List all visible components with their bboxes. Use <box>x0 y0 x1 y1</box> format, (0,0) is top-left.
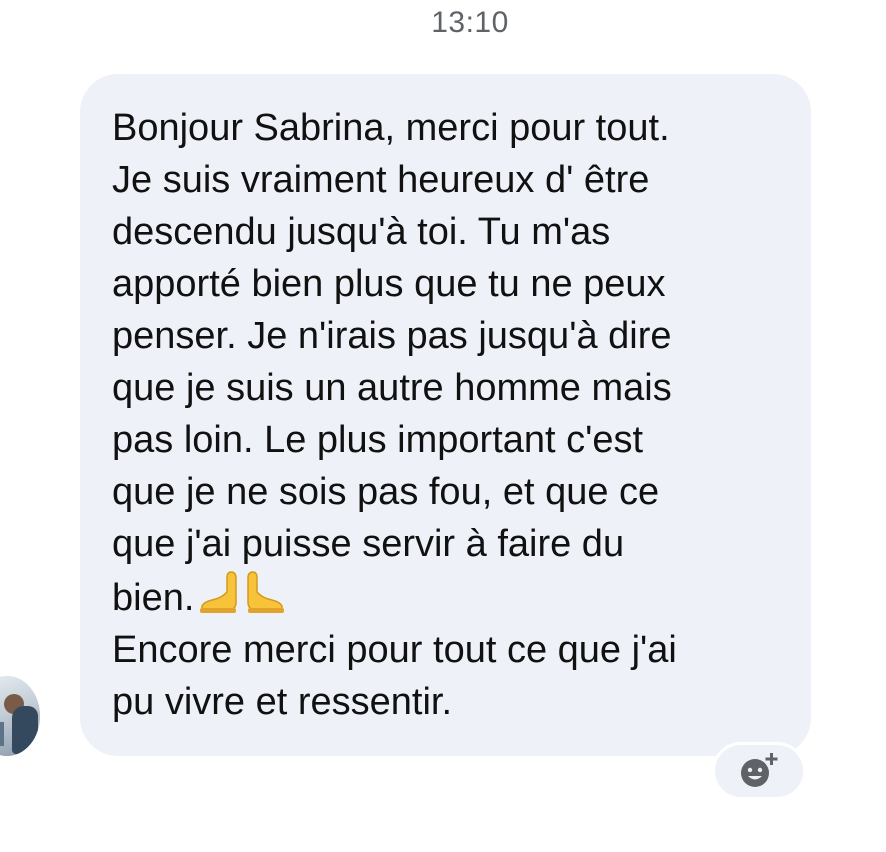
add-reaction-button[interactable] <box>712 742 806 800</box>
avatar-body <box>12 706 38 754</box>
timestamp: 13:10 <box>431 6 509 39</box>
folded-hands-icon <box>200 571 285 613</box>
sender-avatar[interactable] <box>0 676 40 756</box>
add-reaction-icon <box>741 753 778 787</box>
message-text-end: Encore merci pour tout ce que j'ai pu vi… <box>112 629 677 723</box>
message-text: Bonjour Sabrina, merci pour tout. Je sui… <box>112 102 802 728</box>
message-text-main: Bonjour Sabrina, merci pour tout. Je sui… <box>112 107 672 619</box>
avatar-detail <box>0 722 4 746</box>
